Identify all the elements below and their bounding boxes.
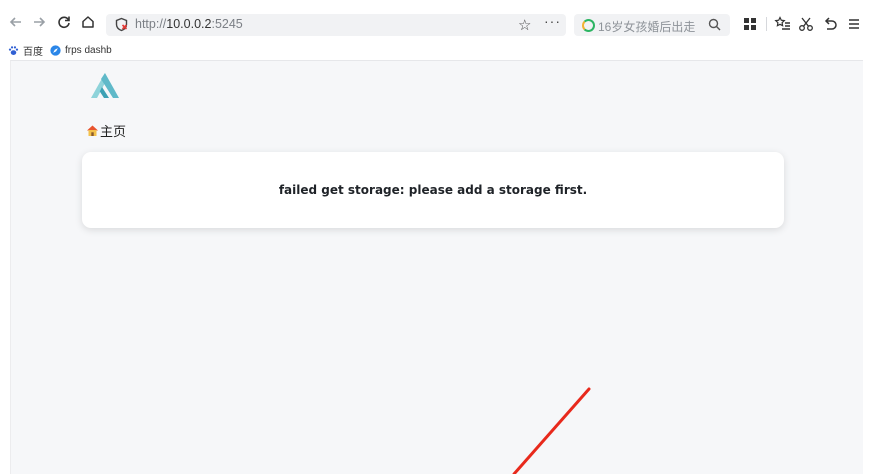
screenshot-scissors-icon[interactable] bbox=[797, 15, 815, 33]
undo-icon[interactable] bbox=[821, 15, 839, 33]
more-options-icon[interactable]: ··· bbox=[544, 13, 561, 29]
back-button[interactable] bbox=[7, 13, 25, 31]
search-box[interactable]: 16岁女孩婚后出走 bbox=[574, 14, 730, 36]
url-host: 10.0.0.2 bbox=[166, 17, 212, 31]
apps-grid-icon[interactable] bbox=[741, 15, 759, 33]
bookmark-frps-label: frps dashb bbox=[65, 44, 112, 56]
search-placeholder: 16岁女孩婚后出走 bbox=[598, 20, 696, 34]
forward-arrow-icon bbox=[34, 17, 46, 27]
compass-icon bbox=[50, 44, 61, 56]
address-bar[interactable]: http://10.0.0.2:5245 ☆ ··· bbox=[106, 13, 566, 36]
bookmark-frps-dashboard[interactable]: frps dashb bbox=[50, 43, 112, 57]
url-prefix: http:// bbox=[135, 17, 167, 31]
search-engine-icon bbox=[582, 19, 595, 32]
insecure-shield-icon bbox=[115, 17, 128, 32]
bookmark-baidu-label: 百度 bbox=[23, 46, 43, 58]
page-viewport: 主页 failed get storage: please add a stor… bbox=[10, 60, 863, 474]
back-arrow-icon bbox=[9, 17, 21, 27]
baidu-paw-icon bbox=[8, 45, 19, 55]
bookmark-star-icon[interactable]: ☆ bbox=[518, 16, 531, 34]
red-annotation-arrow bbox=[512, 387, 591, 474]
home-icon bbox=[82, 16, 94, 28]
home-button[interactable] bbox=[79, 13, 97, 31]
reload-button[interactable] bbox=[55, 13, 73, 31]
favorites-list-icon[interactable] bbox=[774, 15, 792, 33]
bookmarks-bar: 百度 frps dashb bbox=[0, 40, 877, 60]
url-port: :5245 bbox=[211, 17, 243, 31]
forward-button[interactable] bbox=[30, 13, 48, 31]
search-icon[interactable] bbox=[708, 18, 721, 31]
menu-icon[interactable] bbox=[845, 15, 863, 33]
bookmark-baidu[interactable]: 百度 bbox=[8, 43, 43, 58]
toolbar-separator bbox=[766, 17, 767, 31]
reload-icon bbox=[58, 16, 70, 29]
url-text: http://10.0.0.2:5245 bbox=[135, 17, 243, 31]
browser-toolbar: http://10.0.0.2:5245 ☆ ··· 16岁女孩婚后出走 bbox=[0, 0, 877, 40]
